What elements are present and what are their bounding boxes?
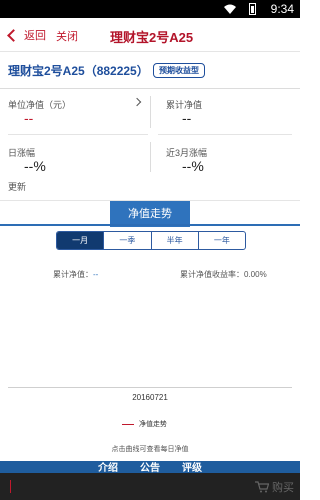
metrics-row-divider: [158, 134, 292, 135]
unit-nav-value: --: [24, 110, 34, 126]
tab-rating[interactable]: 评级: [182, 461, 202, 473]
tab-intro[interactable]: 介绍: [98, 461, 118, 473]
product-header: 理财宝2号A25（882225） 预期收益型: [0, 53, 300, 89]
unit-nav-label: 单位净值（元）: [8, 100, 72, 110]
status-time: 9:34: [270, 2, 294, 16]
cumulative-nav-value: --: [182, 110, 192, 126]
chevron-right-icon[interactable]: [132, 97, 142, 107]
chart-cumulative-return: 累计净值收益率：0.00%: [180, 269, 267, 280]
legend-label: 净值走势: [139, 421, 167, 428]
nav-trend-chart[interactable]: [8, 283, 292, 388]
chart-cumulative-nav: 累计净值：--: [53, 269, 98, 280]
battery-icon: [249, 3, 256, 15]
buy-button[interactable]: 购买: [255, 477, 294, 497]
period-button-year[interactable]: 一年: [197, 232, 245, 249]
metrics-divider: [150, 142, 151, 172]
chart-legend: 净值走势: [122, 419, 167, 429]
bottom-tab-bar: 介绍 公告 评级: [0, 461, 300, 473]
close-button[interactable]: 关闭: [56, 28, 78, 44]
period-button-half-year[interactable]: 半年: [150, 232, 198, 249]
text-cursor: [10, 480, 11, 493]
product-type-badge: 预期收益型: [153, 63, 205, 78]
back-button[interactable]: 返回: [6, 26, 46, 44]
chart-hint: 点击曲线可查看每日净值: [111, 446, 189, 453]
daily-change-value: --%: [24, 158, 46, 174]
chart-x-axis: [8, 387, 292, 388]
page-title: 理财宝2号A25: [110, 30, 194, 45]
action-bar: 购买: [0, 473, 300, 500]
chart-cumulative-return-label: 累计净值收益率：: [180, 270, 244, 279]
update-label: 更新: [8, 182, 27, 192]
chevron-left-icon: [7, 28, 20, 42]
product-name: 理财宝2号A25（882225）: [8, 64, 149, 78]
back-label: 返回: [24, 30, 46, 42]
metrics-row-divider: [8, 134, 148, 135]
chart-cumulative-return-value: 0.00%: [244, 270, 267, 279]
nav-bar: 返回 关闭 理财宝2号A25: [0, 18, 300, 52]
buy-label: 购买: [272, 482, 294, 494]
chart-cumulative-nav-label: 累计净值：: [53, 270, 93, 279]
cart-icon: [255, 481, 269, 493]
tab-announcement[interactable]: 公告: [140, 461, 160, 473]
chart-cumulative-nav-value: --: [93, 270, 99, 279]
metrics-divider: [150, 96, 151, 128]
period-selector: 一月 一季 半年 一年: [56, 231, 246, 250]
chart-section-bar: 净值走势: [0, 200, 300, 227]
three-month-change-value: --%: [182, 158, 204, 174]
chart-date-label: 20160721: [132, 393, 168, 402]
period-button-1m[interactable]: 一月: [57, 232, 104, 249]
wifi-icon: [224, 4, 236, 14]
legend-swatch: [122, 423, 134, 425]
period-button-quarter[interactable]: 一季: [103, 232, 150, 249]
status-bar: 9:34: [0, 0, 300, 18]
